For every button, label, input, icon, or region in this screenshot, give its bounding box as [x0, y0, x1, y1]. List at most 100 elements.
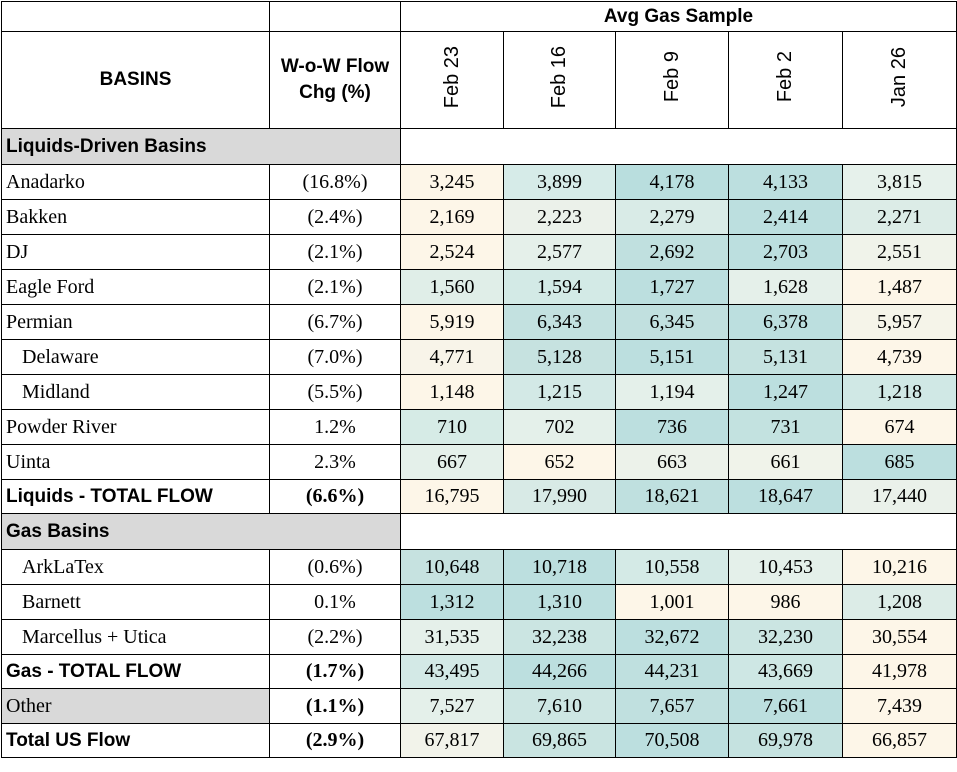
- flow-value-cell: 66,857: [841, 723, 957, 758]
- basin-name: Total US Flow: [1, 723, 270, 758]
- flow-value-cell: 7,661: [728, 688, 843, 724]
- flow-value-cell: 5,919: [400, 304, 504, 340]
- total-row: Total US Flow (2.9%) 67,817 69,865 70,508 69,…: [1, 723, 957, 758]
- flow-value-cell: 2,169: [400, 199, 504, 235]
- flow-value-cell: 1,628: [728, 269, 843, 305]
- wow-change-value: (16.8%): [269, 164, 401, 200]
- table-row: ArkLaTex (0.6%) 10,648 10,718 10,558 10,453 10…: [1, 549, 957, 585]
- wow-change-value: (6.7%): [269, 304, 401, 340]
- section-header-row: Liquids-Driven Basins: [1, 128, 957, 165]
- flow-value-cell: 1,727: [615, 269, 729, 305]
- date-header: Feb 9: [615, 31, 729, 129]
- flow-value-cell: 7,527: [400, 688, 504, 724]
- wow-change-value: (7.0%): [269, 339, 401, 375]
- wow-change-value: 1.2%: [269, 409, 401, 445]
- flow-value-cell: 2,271: [841, 199, 957, 235]
- table-row: Marcellus + Utica (2.2%) 31,535 32,238 32,67…: [1, 619, 957, 655]
- flow-value-cell: 7,610: [503, 688, 616, 724]
- date-label: Feb 16: [548, 45, 570, 109]
- wow-change-value: (2.9%): [269, 723, 401, 758]
- date-label: Feb 2: [774, 51, 796, 103]
- section-blank: [399, 513, 957, 550]
- flow-value-cell: 702: [503, 409, 616, 445]
- flow-value-cell: 1,208: [841, 584, 957, 620]
- flow-value-cell: 43,495: [400, 654, 504, 689]
- flow-value-cell: 1,215: [503, 374, 616, 410]
- flow-value-cell: 16,795: [400, 479, 504, 514]
- flow-value-cell: 6,343: [503, 304, 616, 340]
- flow-value-cell: 3,815: [841, 164, 957, 200]
- flow-value-cell: 10,453: [728, 549, 843, 585]
- flow-value-cell: 10,558: [615, 549, 729, 585]
- basin-name: Other: [1, 688, 270, 724]
- flow-value-cell: 1,218: [841, 374, 957, 410]
- basin-name: Marcellus + Utica: [1, 619, 270, 655]
- total-row: Liquids - TOTAL FLOW (6.6%) 16,795 17,990 18…: [1, 479, 957, 514]
- flow-value-cell: 32,672: [615, 619, 729, 655]
- flow-value-cell: 2,551: [841, 234, 957, 270]
- header-blank-chg: [269, 1, 401, 32]
- flow-value-cell: 2,524: [400, 234, 504, 270]
- flow-value-cell: 1,001: [615, 584, 729, 620]
- flow-value-cell: 2,279: [615, 199, 729, 235]
- date-header: Jan 26: [841, 31, 957, 129]
- gas-flow-table: Avg Gas Sample BASINS W-o-W Flow Chg (%)…: [1, 1, 957, 758]
- flow-value-cell: 17,440: [841, 479, 957, 514]
- basins-header: BASINS: [1, 31, 270, 129]
- table-row: DJ (2.1%) 2,524 2,577 2,692 2,703 2,551: [1, 234, 957, 270]
- table-row: Anadarko (16.8%) 3,245 3,899 4,178 4,133 3,815: [1, 164, 957, 200]
- flow-value-cell: 1,247: [728, 374, 843, 410]
- flow-value-cell: 685: [841, 444, 957, 480]
- flow-value-cell: 4,739: [841, 339, 957, 375]
- table-body: Liquids-Driven Basins Anadarko (16.8%) 3,24…: [1, 128, 957, 758]
- wow-change-value: 2.3%: [269, 444, 401, 480]
- flow-value-cell: 17,990: [503, 479, 616, 514]
- flow-value-cell: 10,648: [400, 549, 504, 585]
- flow-value-cell: 667: [400, 444, 504, 480]
- total-row: Gas - TOTAL FLOW (1.7%) 43,495 44,266 44,231…: [1, 654, 957, 689]
- flow-value-cell: 32,230: [728, 619, 843, 655]
- flow-value-cell: 30,554: [841, 619, 957, 655]
- flow-value-cell: 43,669: [728, 654, 843, 689]
- basin-name: Powder River: [1, 409, 270, 445]
- flow-value-cell: 652: [503, 444, 616, 480]
- basin-name: ArkLaTex: [1, 549, 270, 585]
- flow-value-cell: 2,223: [503, 199, 616, 235]
- table-row: Eagle Ford (2.1%) 1,560 1,594 1,727 1,628 1,48…: [1, 269, 957, 305]
- flow-value-cell: 69,865: [503, 723, 616, 758]
- section-blank: [399, 128, 957, 165]
- wow-change-value: (5.5%): [269, 374, 401, 410]
- wow-change-value: (0.6%): [269, 549, 401, 585]
- table-row: Permian (6.7%) 5,919 6,343 6,345 6,378 5,957: [1, 304, 957, 340]
- flow-value-cell: 1,148: [400, 374, 504, 410]
- flow-value-cell: 5,151: [615, 339, 729, 375]
- section-header-row: Gas Basins: [1, 513, 957, 550]
- flow-value-cell: 1,560: [400, 269, 504, 305]
- flow-value-cell: 736: [615, 409, 729, 445]
- flow-value-cell: 1,487: [841, 269, 957, 305]
- flow-value-cell: 4,133: [728, 164, 843, 200]
- flow-value-cell: 661: [728, 444, 843, 480]
- wow-label-line1: W-o-W Flow: [280, 56, 390, 77]
- basin-name: Bakken: [1, 199, 270, 235]
- wow-change-value: 0.1%: [269, 584, 401, 620]
- wow-change-value: (6.6%): [269, 479, 401, 514]
- flow-value-cell: 731: [728, 409, 843, 445]
- flow-value-cell: 2,414: [728, 199, 843, 235]
- date-header: Feb 23: [400, 31, 504, 129]
- flow-value-cell: 4,178: [615, 164, 729, 200]
- flow-value-cell: 44,231: [615, 654, 729, 689]
- wow-change-value: (2.1%): [269, 269, 401, 305]
- flow-value-cell: 5,128: [503, 339, 616, 375]
- flow-value-cell: 2,692: [615, 234, 729, 270]
- flow-value-cell: 674: [841, 409, 957, 445]
- table-row: Uinta 2.3% 667 652 663 661 685: [1, 444, 957, 480]
- wow-change-value: (2.1%): [269, 234, 401, 270]
- flow-value-cell: 6,345: [615, 304, 729, 340]
- table-row: Barnett 0.1% 1,312 1,310 1,001 986 1,208: [1, 584, 957, 620]
- flow-value-cell: 1,310: [503, 584, 616, 620]
- basin-name: Liquids - TOTAL FLOW: [1, 479, 270, 514]
- wow-change-value: (1.7%): [269, 654, 401, 689]
- flow-value-cell: 6,378: [728, 304, 843, 340]
- basin-name: Barnett: [1, 584, 270, 620]
